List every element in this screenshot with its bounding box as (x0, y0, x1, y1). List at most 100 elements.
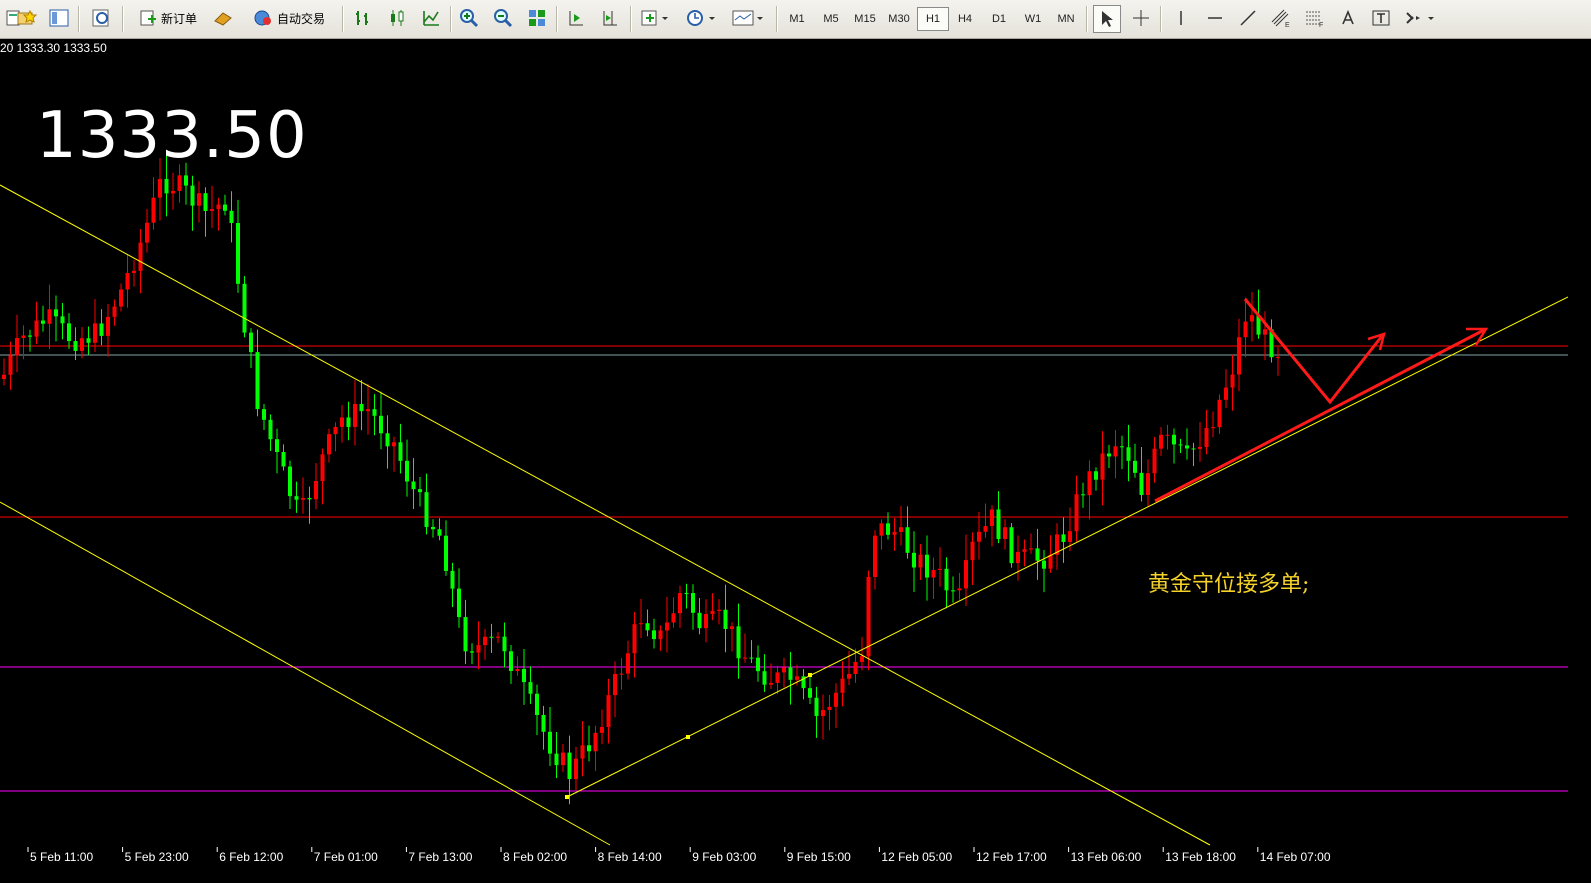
bullish-candle (873, 535, 877, 577)
crosshair-icon[interactable] (1128, 4, 1154, 32)
bullish-candle (106, 316, 110, 336)
bullish-candle (132, 270, 136, 273)
bearish-candle (1081, 494, 1085, 496)
bullish-candle (821, 709, 825, 716)
navigator-icon[interactable] (46, 4, 72, 32)
bearish-candle (756, 657, 760, 672)
fibonacci-icon[interactable]: F (1301, 4, 1327, 32)
market-watch-icon[interactable] (88, 4, 114, 32)
timeframe-h4[interactable]: H4 (950, 8, 980, 30)
bullish-candle (743, 657, 747, 659)
profiles-icon[interactable] (14, 4, 40, 32)
bearish-candle (788, 667, 793, 680)
bullish-candle (34, 320, 39, 337)
bar-chart-icon[interactable] (350, 4, 376, 32)
templates-dropdown[interactable] (728, 4, 768, 32)
bullish-candle (1224, 387, 1228, 400)
new-order-button[interactable]: 新订单 (130, 4, 206, 32)
vertical-line-icon[interactable] (1168, 4, 1194, 32)
timeframe-d1[interactable]: D1 (984, 8, 1014, 30)
bearish-candle (385, 433, 390, 447)
bullish-candle (977, 531, 981, 542)
chart-annotation-text[interactable]: 黄金守位接多单; (1148, 566, 1309, 598)
timeframe-mn[interactable]: MN (1051, 8, 1081, 30)
bullish-candle (1243, 321, 1248, 338)
candlestick-icon[interactable] (384, 4, 410, 32)
bearish-candle (886, 523, 890, 535)
autoscroll-icon[interactable] (563, 4, 589, 32)
downtrend-lower-line[interactable] (0, 501, 611, 846)
bearish-candle (307, 498, 312, 500)
bullish-candle (658, 630, 663, 640)
time-axis-label: 14 Feb 07:00 (1260, 850, 1331, 864)
bullish-candle (613, 674, 617, 696)
tile-windows-icon[interactable] (524, 4, 550, 32)
bullish-candle (483, 636, 487, 646)
horizontal-line-icon[interactable] (1202, 4, 1228, 32)
timeframe-m15[interactable]: M15 (850, 8, 880, 30)
bullish-candle (366, 409, 370, 412)
bearish-candle (723, 609, 728, 630)
bullish-candle (639, 623, 643, 625)
bearish-candle (54, 309, 58, 317)
zoom-in-icon[interactable] (456, 4, 482, 32)
bearish-candle (437, 529, 442, 536)
bullish-candle (957, 588, 962, 591)
bullish-candle (93, 323, 97, 343)
metaeditor-icon[interactable] (210, 4, 236, 32)
bullish-candle (918, 554, 923, 568)
text-tool-icon[interactable] (1335, 4, 1361, 32)
zoom-out-icon[interactable] (490, 4, 516, 32)
chart-shift-icon[interactable] (597, 4, 623, 32)
bearish-candle (255, 352, 260, 410)
bullish-candle (333, 426, 338, 435)
periods-dropdown[interactable] (682, 4, 720, 32)
bearish-candle (73, 341, 78, 351)
timeframe-m1[interactable]: M1 (782, 8, 812, 30)
bearish-candle (28, 335, 32, 337)
downtrend-upper-line[interactable] (0, 184, 1211, 846)
cursor-icon[interactable] (1093, 5, 1121, 33)
equidistant-channel-icon[interactable]: E (1268, 4, 1294, 32)
timeframe-w1[interactable]: W1 (1018, 8, 1048, 30)
arrows-dropdown[interactable] (1402, 4, 1438, 32)
bullish-candle (710, 610, 715, 615)
bullish-candle (1074, 494, 1079, 532)
bullish-candle (775, 672, 780, 683)
bearish-candle (359, 403, 364, 412)
bullish-candle (171, 190, 175, 194)
bullish-candle (1165, 434, 1170, 436)
bearish-candle (645, 623, 650, 631)
bullish-candle (574, 758, 578, 780)
trendline-anchor-start[interactable] (565, 795, 569, 799)
bearish-candle (535, 693, 539, 715)
trendline-anchor-end[interactable] (808, 673, 812, 677)
bearish-candle (164, 179, 169, 194)
timeframe-m30[interactable]: M30 (884, 8, 914, 30)
bearish-candle (1133, 460, 1137, 473)
svg-text:E: E (1285, 22, 1290, 28)
trendline-anchor-mid[interactable] (686, 735, 690, 739)
bullish-candle (47, 309, 52, 324)
bearish-candle (223, 204, 227, 211)
bearish-candle (1061, 534, 1066, 542)
bearish-candle (684, 593, 689, 595)
price-chart[interactable]: 5 Feb 11:00 5 Feb 23:00 6 Feb 12:00 7 Feb 0… (0, 39, 1568, 883)
bullish-candle (145, 222, 149, 243)
uptrend-support-line[interactable] (566, 296, 1568, 798)
timeframe-h1[interactable]: H1 (917, 7, 949, 31)
timeframe-m5[interactable]: M5 (816, 8, 846, 30)
bearish-candle (190, 185, 195, 206)
bullish-candle (327, 434, 331, 455)
bullish-candle (840, 678, 845, 693)
trendline-icon[interactable] (1235, 4, 1261, 32)
auto-trading-button[interactable]: 自动交易 (242, 4, 336, 32)
indicators-dropdown[interactable] (636, 4, 674, 32)
bullish-candle (496, 636, 500, 638)
bullish-candle (853, 661, 858, 674)
line-chart-icon[interactable] (418, 4, 444, 32)
time-axis-label: 7 Feb 01:00 (314, 850, 378, 864)
bullish-candle (15, 338, 19, 356)
time-axis-label: 8 Feb 02:00 (503, 850, 567, 864)
text-label-icon[interactable] (1368, 4, 1394, 32)
